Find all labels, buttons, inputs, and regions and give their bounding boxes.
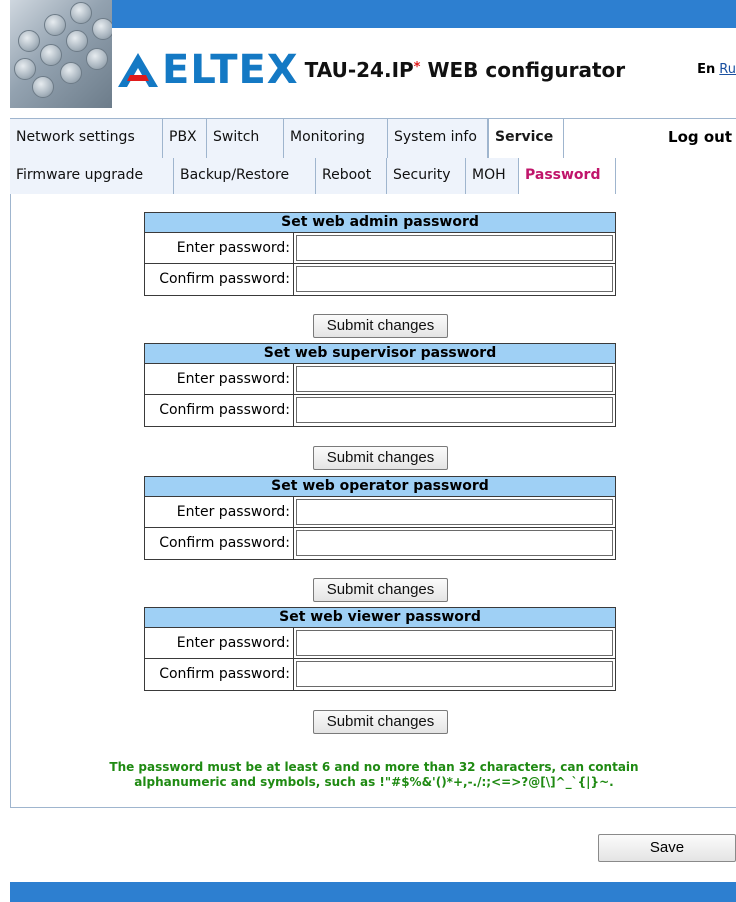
product-title: TAU-24.IP* WEB configurator (305, 50, 625, 90)
enter-password-row: Enter password: (145, 628, 615, 659)
lang-ru-link[interactable]: Ru (719, 62, 736, 77)
viewer-confirm-password-input[interactable] (296, 661, 613, 687)
confirm-password-row: Confirm password: (145, 264, 615, 295)
confirm-password-label: Confirm password: (145, 264, 294, 295)
subtab-security[interactable]: Security (387, 158, 466, 194)
product-suffix: WEB configurator (427, 58, 626, 82)
subtab-password[interactable]: Password (519, 158, 616, 194)
confirm-password-label: Confirm password: (145, 659, 294, 690)
subtab-backup-restore[interactable]: Backup/Restore (174, 158, 316, 194)
operator-confirm-password-input[interactable] (296, 530, 613, 556)
subtab-reboot[interactable]: Reboot (316, 158, 387, 194)
logout-link[interactable]: Log out (668, 119, 732, 159)
header-keypad-image (10, 0, 112, 108)
tab-service[interactable]: Service (488, 119, 564, 159)
confirm-password-row: Confirm password: (145, 395, 615, 426)
sub-nav: Firmware upgrade Backup/Restore Reboot S… (10, 158, 736, 194)
supervisor-confirm-password-input[interactable] (296, 397, 613, 423)
header: ELTEX TAU-24.IP* WEB configurator En Ru (10, 0, 736, 110)
confirm-password-row: Confirm password: (145, 659, 615, 690)
tab-pbx[interactable]: PBX (163, 119, 207, 159)
enter-password-row: Enter password: (145, 364, 615, 395)
product-mark: * (413, 60, 421, 75)
viewer-password-table: Set web viewer password Enter password: … (144, 607, 616, 691)
viewer-enter-password-input[interactable] (296, 630, 613, 656)
footer-bar (10, 882, 736, 902)
admin-confirm-password-input[interactable] (296, 266, 613, 292)
admin-password-table: Set web admin password Enter password: C… (144, 212, 616, 296)
brand-name: ELTEX (162, 47, 299, 93)
confirm-password-label: Confirm password: (145, 395, 294, 426)
admin-enter-password-input[interactable] (296, 235, 613, 261)
section-title: Set web viewer password (145, 608, 615, 628)
header-top-bar (10, 0, 736, 28)
supervisor-enter-password-input[interactable] (296, 366, 613, 392)
confirm-password-row: Confirm password: (145, 528, 615, 559)
lang-en[interactable]: En (697, 62, 715, 77)
subtab-moh[interactable]: MOH (466, 158, 519, 194)
section-title: Set web supervisor password (145, 344, 615, 364)
confirm-password-label: Confirm password: (145, 528, 294, 559)
section-title: Set web operator password (145, 477, 615, 497)
tab-system-info[interactable]: System info (388, 119, 488, 159)
tab-network-settings[interactable]: Network settings (10, 119, 163, 159)
viewer-submit-button[interactable]: Submit changes (313, 710, 448, 734)
note-line-1: The password must be at least 6 and no m… (109, 760, 639, 774)
tab-monitoring[interactable]: Monitoring (284, 119, 388, 159)
enter-password-row: Enter password: (145, 233, 615, 264)
password-requirements-note: The password must be at least 6 and no m… (11, 760, 736, 790)
password-panel: Set web admin password Enter password: C… (10, 194, 736, 808)
enter-password-label: Enter password: (145, 233, 294, 263)
operator-submit-button[interactable]: Submit changes (313, 578, 448, 602)
product-name: TAU-24.IP (304, 58, 414, 82)
operator-password-table: Set web operator password Enter password… (144, 476, 616, 560)
enter-password-label: Enter password: (145, 628, 294, 658)
admin-submit-button[interactable]: Submit changes (313, 314, 448, 338)
language-switcher: En Ru (697, 62, 736, 77)
main-nav: Network settings PBX Switch Monitoring S… (10, 118, 736, 159)
enter-password-label: Enter password: (145, 364, 294, 394)
enter-password-row: Enter password: (145, 497, 615, 528)
section-title: Set web admin password (145, 213, 615, 233)
brand-logo: ELTEX TAU-24.IP* WEB configurator (118, 50, 625, 90)
save-button[interactable]: Save (598, 834, 736, 862)
enter-password-label: Enter password: (145, 497, 294, 527)
subtab-firmware-upgrade[interactable]: Firmware upgrade (10, 158, 174, 194)
note-line-2: alphanumeric and symbols, such as !"#$%&… (134, 775, 614, 789)
tab-switch[interactable]: Switch (207, 119, 284, 159)
operator-enter-password-input[interactable] (296, 499, 613, 525)
eltex-logo-icon (118, 53, 158, 87)
supervisor-submit-button[interactable]: Submit changes (313, 446, 448, 470)
supervisor-password-table: Set web supervisor password Enter passwo… (144, 343, 616, 427)
